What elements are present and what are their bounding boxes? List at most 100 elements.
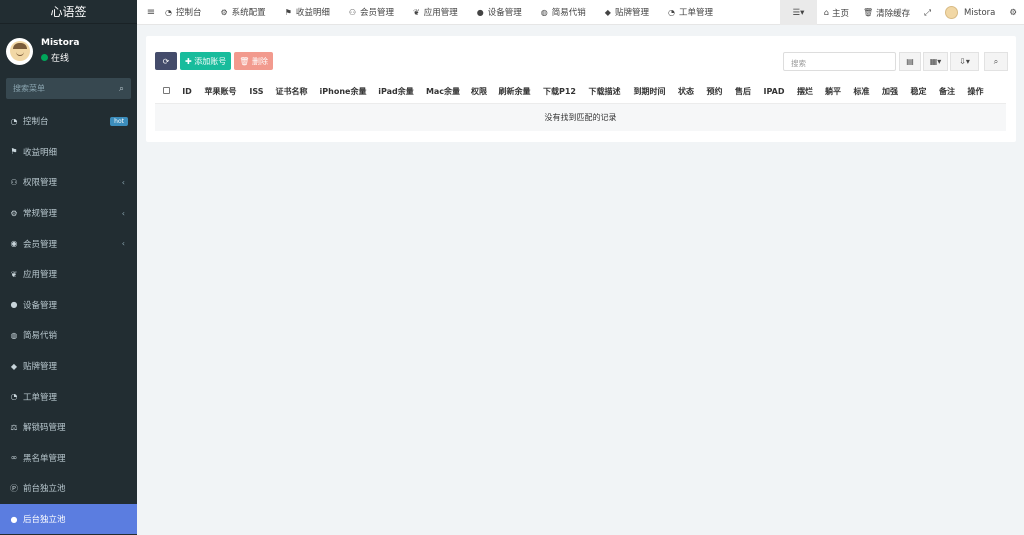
sidebar-item-dashboard[interactable]: ◔ 控制台 hot xyxy=(0,106,137,137)
column-header[interactable]: 稳定 xyxy=(904,86,933,97)
refresh-button[interactable]: ⟳ xyxy=(155,52,177,70)
circle-icon: ● xyxy=(476,7,484,17)
sidebar-item-apps[interactable]: ❦ 应用管理 xyxy=(0,259,137,290)
top-nav-label: 应用管理 xyxy=(423,8,458,18)
gear-icon: ⚙ xyxy=(220,7,228,17)
app-logo[interactable]: 心语签 xyxy=(0,0,137,24)
column-header[interactable]: iPhone余量 xyxy=(314,86,372,97)
home-label: 主页 xyxy=(832,8,850,19)
sidebar-item-label: 收益明细 xyxy=(23,147,58,158)
export-button[interactable]: ⇩▾ xyxy=(950,52,979,71)
sidebar-item-resale[interactable]: ◍ 简易代销 xyxy=(0,320,137,351)
fullscreen-button[interactable]: ⤢ xyxy=(917,0,938,25)
top-nav-resale[interactable]: ◍ 简易代销 xyxy=(540,6,586,19)
bicycle-icon: ∞ xyxy=(10,453,18,463)
sidebar-item-devices[interactable]: ● 设备管理 xyxy=(0,290,137,321)
sidebar-item-label: 前台独立池 xyxy=(23,484,66,495)
top-nav-tickets[interactable]: ◔ 工单管理 xyxy=(668,6,713,19)
sidebar-search-input[interactable]: 搜索菜单 ⌕ xyxy=(6,78,131,99)
leaf-icon: ❦ xyxy=(413,7,420,17)
select-all-cell xyxy=(155,86,177,96)
select-all-checkbox[interactable] xyxy=(162,86,170,94)
delete-button[interactable]: 🗑 删除 xyxy=(234,52,273,70)
user-status: 在线 xyxy=(41,51,79,64)
column-header[interactable]: ISS xyxy=(244,87,269,96)
column-header[interactable]: 摆烂 xyxy=(791,86,819,97)
column-header[interactable]: 刷新余量 xyxy=(492,86,537,97)
top-nav-earnings[interactable]: ⚑ 收益明细 xyxy=(285,6,330,19)
columns-button[interactable]: ▦▾ xyxy=(923,52,948,71)
dashboard-icon: ◔ xyxy=(165,7,172,17)
sidebar-item-earnings[interactable]: ⚑ 收益明细 xyxy=(0,137,137,168)
chevron-left-icon: ‹ xyxy=(121,177,125,187)
top-nav-dashboard[interactable]: ◔ 控制台 xyxy=(165,6,202,19)
dashboard-icon: ◔ xyxy=(10,116,18,126)
column-header[interactable]: 操作 xyxy=(961,86,990,97)
cogs-icon: ⚙ xyxy=(1009,7,1017,18)
table-toolbar: ⟳ ✚ 添加账号 🗑 删除 xyxy=(155,52,276,70)
column-header[interactable]: IPAD xyxy=(757,87,791,96)
table-search-input[interactable]: 搜索 xyxy=(783,52,896,71)
group-icon: ⚇ xyxy=(348,7,357,17)
avatar xyxy=(945,6,958,19)
column-header[interactable]: 下载P12 xyxy=(537,86,582,97)
top-nav-label: 简易代销 xyxy=(551,8,586,18)
globe-icon: ◍ xyxy=(540,7,548,17)
sidebar-item-tickets[interactable]: ◔ 工单管理 xyxy=(0,381,137,412)
advanced-search-button[interactable]: ⌕ xyxy=(984,52,1008,71)
circle-icon: ● xyxy=(10,300,18,310)
search-icon[interactable]: ⌕ xyxy=(119,84,124,94)
column-header[interactable]: 加强 xyxy=(876,86,904,97)
column-header[interactable]: Mac余量 xyxy=(420,86,466,97)
sidebar-search-placeholder: 搜索菜单 xyxy=(13,84,45,93)
column-header[interactable]: 备注 xyxy=(933,86,961,97)
hot-badge: hot xyxy=(110,116,128,126)
sidebar-item-permissions[interactable]: ⚇ 权限管理 ‹ xyxy=(0,167,137,198)
column-header[interactable]: 预约 xyxy=(700,86,729,97)
column-header[interactable]: iPad余量 xyxy=(372,86,420,97)
chevron-left-icon: ‹ xyxy=(121,239,125,249)
sidebar-item-unlock-codes[interactable]: ⚖ 解锁码管理 xyxy=(0,412,137,443)
settings-button[interactable]: ⚙ xyxy=(1002,0,1024,25)
column-header[interactable]: 下载描述 xyxy=(582,86,627,97)
top-nav-label: 会员管理 xyxy=(360,8,395,18)
home-icon: ⌂ xyxy=(823,8,829,17)
column-header[interactable]: 躺平 xyxy=(819,86,847,97)
leaf-icon: ❦ xyxy=(10,269,18,279)
column-header[interactable]: 苹果账号 xyxy=(197,86,244,97)
sidebar-item-blacklist[interactable]: ∞ 黑名单管理 xyxy=(0,443,137,474)
sidebar-item-members[interactable]: ◉ 会员管理 ‹ xyxy=(0,228,137,259)
toggle-view-button[interactable]: ▤ xyxy=(899,52,921,71)
column-header[interactable]: 标准 xyxy=(847,86,876,97)
sidebar-item-frontend-pool[interactable]: Ⓟ 前台独立池 xyxy=(0,473,137,504)
top-nav-apps[interactable]: ❦ 应用管理 xyxy=(413,6,458,19)
column-header[interactable]: 状态 xyxy=(672,86,700,97)
globe-icon: ◍ xyxy=(10,330,18,340)
top-nav-system-config[interactable]: ⚙ 系统配置 xyxy=(220,6,266,19)
dashboard-icon: ◔ xyxy=(10,392,18,402)
column-header[interactable]: ID xyxy=(177,87,197,96)
column-header[interactable]: 售后 xyxy=(729,86,757,97)
sidebar-item-oem[interactable]: ◆ 贴牌管理 xyxy=(0,351,137,382)
tags-icon: ◆ xyxy=(10,361,18,371)
nav-dropdown-button[interactable]: ☰▾ xyxy=(779,0,817,25)
top-nav-oem[interactable]: ◆ 贴牌管理 xyxy=(605,6,649,19)
top-nav-devices[interactable]: ● 设备管理 xyxy=(476,6,522,19)
product-hunt-icon: Ⓟ xyxy=(10,483,18,493)
sidebar-item-label: 会员管理 xyxy=(23,239,58,250)
add-account-button[interactable]: ✚ 添加账号 xyxy=(180,52,232,70)
column-header[interactable]: 到期时间 xyxy=(627,86,672,97)
top-nav-label: 贴牌管理 xyxy=(614,8,649,18)
column-header[interactable]: 权限 xyxy=(466,86,492,97)
user-status-text: 在线 xyxy=(51,54,70,64)
sidebar-item-backend-pool[interactable]: ● 后台独立池 xyxy=(0,503,137,535)
top-nav-label: 收益明细 xyxy=(295,8,330,18)
sidebar-item-general[interactable]: ⚙ 常规管理 ‹ xyxy=(0,198,137,229)
top-nav-members[interactable]: ⚇ 会员管理 xyxy=(348,6,395,19)
column-header[interactable]: 证书名称 xyxy=(269,86,314,97)
user-menu[interactable]: Mistora xyxy=(938,0,1002,25)
clear-cache-button[interactable]: 🗑 清除缓存 xyxy=(856,0,917,25)
sidebar-toggle-icon[interactable]: ≡ xyxy=(137,7,165,18)
flag-icon: ⚑ xyxy=(10,147,18,157)
home-link[interactable]: ⌂ 主页 xyxy=(817,0,856,25)
